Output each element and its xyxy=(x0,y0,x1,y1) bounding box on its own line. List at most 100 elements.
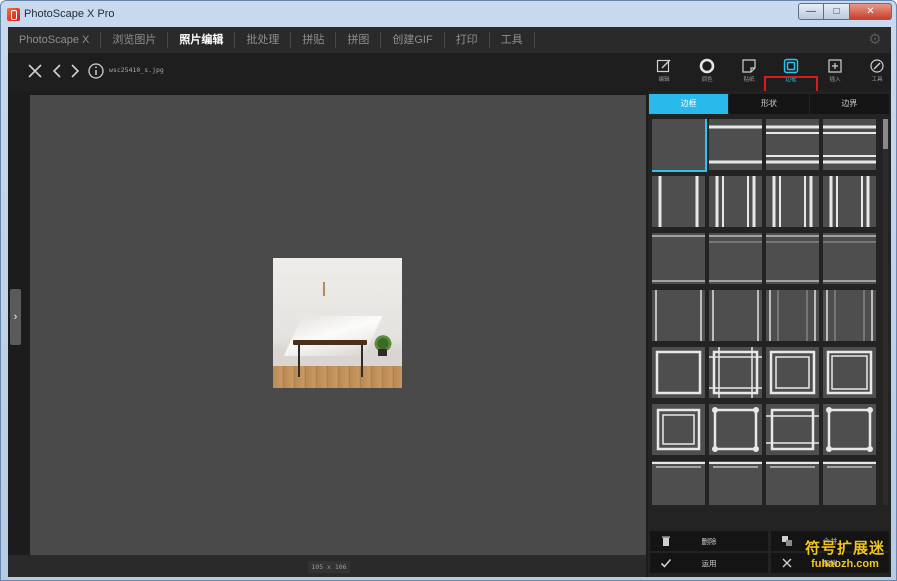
menu-item-batch[interactable]: 批处理 xyxy=(235,32,292,48)
watermark-url: fuhaozh.com xyxy=(811,558,879,570)
frames-panel: 边框 形状 边界 删除 合并 运用 取消 xyxy=(648,91,891,577)
frame-style-preview xyxy=(766,235,819,282)
tool-sticker[interactable]: 贴纸 xyxy=(729,55,769,87)
info-icon[interactable] xyxy=(87,62,105,80)
menu-item-gif[interactable]: 创建GIF xyxy=(381,32,445,48)
frame-thumbnail[interactable] xyxy=(766,176,819,227)
frame-style-preview xyxy=(652,462,705,468)
tool-color[interactable]: 调色 xyxy=(687,55,727,87)
frame-thumbnail[interactable] xyxy=(766,461,819,505)
frame-style-preview xyxy=(715,176,756,227)
frame-thumbnail[interactable] xyxy=(823,119,876,170)
chevron-right-icon[interactable] xyxy=(66,62,84,80)
apply-button[interactable]: 运用 xyxy=(650,553,768,573)
photo-table xyxy=(293,340,367,345)
delete-label: 删除 xyxy=(701,536,717,546)
frame-thumbnail[interactable] xyxy=(823,233,876,284)
frame-thumbnail[interactable] xyxy=(823,461,876,505)
frame-thumbnail[interactable] xyxy=(766,404,819,455)
tool-frame[interactable]: 边框 xyxy=(771,55,811,87)
menu-item-editor[interactable]: 照片编辑 xyxy=(168,32,236,48)
tool-insert[interactable]: 插入 xyxy=(815,55,855,87)
frame-thumbnail[interactable] xyxy=(652,233,705,284)
frame-icon xyxy=(783,58,799,74)
gear-icon[interactable]: ⚙ xyxy=(867,32,883,48)
menu-item-tools[interactable]: 工具 xyxy=(490,32,535,48)
frame-style-preview xyxy=(826,350,873,395)
menu-item-print[interactable]: 打印 xyxy=(445,32,490,48)
tab-frame[interactable]: 边框 xyxy=(649,94,729,114)
frame-style-preview xyxy=(769,350,816,395)
editor-toolbar: wsc25410_s.jpg 编辑 调色 贴纸 边框 插入 工具 xyxy=(8,53,891,114)
frame-grid xyxy=(652,119,878,505)
close-window-button[interactable]: ✕ xyxy=(850,3,892,20)
color-icon xyxy=(699,58,715,74)
menu-item-photoscape[interactable]: PhotoScape X xyxy=(8,32,102,48)
frame-thumbnail[interactable] xyxy=(709,404,762,455)
frame-thumbnail[interactable] xyxy=(709,119,762,170)
frame-thumbnail[interactable] xyxy=(652,176,705,227)
frame-style-preview xyxy=(826,407,873,452)
frame-style-preview xyxy=(655,290,702,341)
panel-scrollbar[interactable] xyxy=(883,119,888,505)
frame-style-preview xyxy=(712,407,759,452)
frame-style-preview xyxy=(766,408,819,451)
tool-color-label: 调色 xyxy=(701,77,713,83)
frame-thumbnail[interactable] xyxy=(823,290,876,341)
frame-thumbnail[interactable] xyxy=(709,290,762,341)
panel-tabs: 边框 形状 边界 xyxy=(649,94,890,114)
tool-insert-label: 插入 xyxy=(829,77,841,83)
frame-thumbnail[interactable] xyxy=(823,347,876,398)
minimize-button[interactable]: — xyxy=(798,3,824,20)
tools-icon xyxy=(870,59,884,73)
frame-thumbnail[interactable] xyxy=(766,119,819,170)
tool-tools-label: 工具 xyxy=(871,77,883,83)
chevron-left-icon[interactable] xyxy=(48,62,66,80)
tool-edit-label: 编辑 xyxy=(658,77,670,83)
menu-item-combine[interactable]: 拼图 xyxy=(336,32,382,48)
photo-lamp xyxy=(323,282,325,296)
frame-thumbnail[interactable] xyxy=(766,347,819,398)
frame-thumbnail[interactable] xyxy=(652,461,705,505)
frame-thumbnail[interactable] xyxy=(709,233,762,284)
sidebar-toggle-handle[interactable]: › xyxy=(10,289,21,345)
close-icon[interactable] xyxy=(26,62,44,80)
editor-canvas[interactable] xyxy=(30,95,646,555)
frame-thumbnail[interactable] xyxy=(766,233,819,284)
image-size-label: 105 x 106 xyxy=(308,561,350,573)
tool-edit[interactable]: 编辑 xyxy=(644,55,684,87)
frame-style-preview xyxy=(823,125,876,164)
frame-style-preview xyxy=(829,176,870,227)
title-bar: PhotoScape X Pro — □ ✕ xyxy=(1,1,896,27)
scrollbar-thumb[interactable] xyxy=(883,119,888,149)
frame-thumbnail[interactable] xyxy=(766,290,819,341)
frame-thumbnail[interactable] xyxy=(652,119,707,172)
tab-border[interactable]: 边界 xyxy=(809,94,889,114)
frame-style-preview xyxy=(709,125,762,164)
frame-thumbnail[interactable] xyxy=(652,290,705,341)
delete-button[interactable]: 删除 xyxy=(650,531,768,551)
frame-style-preview xyxy=(709,235,762,282)
frame-thumbnail[interactable] xyxy=(652,404,705,455)
photo-preview xyxy=(273,258,402,388)
sticker-icon xyxy=(742,59,756,73)
edit-icon xyxy=(656,59,671,73)
tool-tools[interactable]: 工具 xyxy=(857,55,897,87)
frame-style-preview xyxy=(823,462,876,468)
frame-style-preview xyxy=(652,119,705,170)
frame-thumbnail[interactable] xyxy=(709,461,762,505)
frame-thumbnail[interactable] xyxy=(823,404,876,455)
maximize-button[interactable]: □ xyxy=(824,3,850,20)
frame-thumbnail[interactable] xyxy=(823,176,876,227)
file-name: wsc25410_s.jpg xyxy=(109,66,164,74)
frame-style-preview xyxy=(709,347,762,398)
menu-item-collage[interactable]: 拼贴 xyxy=(291,32,337,48)
tool-frame-label: 边框 xyxy=(785,77,797,83)
tab-shape[interactable]: 形状 xyxy=(729,94,809,114)
frame-thumbnail[interactable] xyxy=(709,347,762,398)
frame-thumbnail[interactable] xyxy=(652,347,705,398)
frame-thumbnail[interactable] xyxy=(709,176,762,227)
menu-item-viewer[interactable]: 浏览图片 xyxy=(101,32,169,48)
app-logo-icon xyxy=(7,7,20,21)
photo-pot xyxy=(378,349,387,356)
